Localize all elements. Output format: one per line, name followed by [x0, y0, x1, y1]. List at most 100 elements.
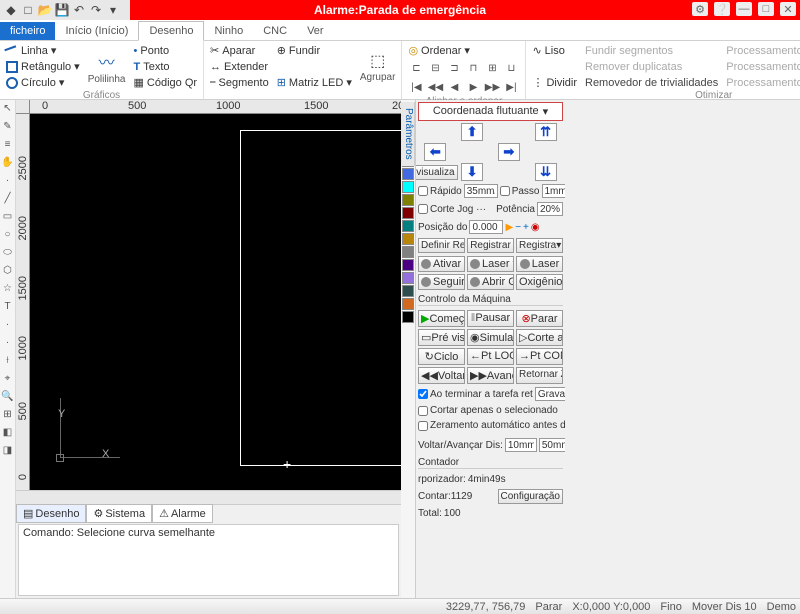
- line-icon[interactable]: ╱: [2, 192, 14, 204]
- tool-proc-curvas[interactable]: Processamento de curvas de lotes: [726, 59, 800, 74]
- polyline-icon[interactable]: 〰: [99, 49, 115, 73]
- potencia-input[interactable]: [537, 202, 563, 216]
- nav-last-icon[interactable]: ▶|: [503, 79, 519, 95]
- tool-segmento[interactable]: ⎯Segmento: [210, 75, 269, 90]
- registrar-button[interactable]: Registrar: [467, 238, 514, 253]
- star-icon[interactable]: ☆: [2, 282, 14, 294]
- ptcont-button[interactable]: →Pt CONT: [516, 348, 563, 365]
- scrollbar-h[interactable]: [16, 490, 401, 504]
- tool-agrupar[interactable]: Agrupar: [360, 72, 396, 83]
- nav-back-icon[interactable]: ◀: [446, 79, 462, 95]
- ciclo-button[interactable]: ↻Ciclo: [418, 348, 465, 365]
- visualiza-button[interactable]: visualiza: [416, 165, 458, 180]
- point-icon[interactable]: ·: [2, 318, 14, 330]
- zeramento-check[interactable]: [418, 421, 428, 431]
- color-swatch[interactable]: [402, 207, 414, 219]
- align-bot-icon[interactable]: ⊔: [503, 60, 519, 76]
- jog-zdown-button[interactable]: ⇊: [535, 163, 557, 181]
- align-right-icon[interactable]: ⊐: [446, 60, 462, 76]
- tool-codigoqr[interactable]: ▦Código Qr: [134, 75, 198, 90]
- nav-fwd-icon[interactable]: ▶: [465, 79, 481, 95]
- retornar-zero-button[interactable]: Retornar Zero: [516, 367, 563, 384]
- pan-icon[interactable]: ✋: [2, 156, 14, 168]
- tool-proc-qr[interactable]: Processamento de Qr de lote: [726, 75, 800, 90]
- color-swatch[interactable]: [402, 259, 414, 271]
- new-icon[interactable]: □: [21, 3, 35, 17]
- va-speed-input[interactable]: [539, 438, 565, 452]
- pausar-button[interactable]: ‖Pausar: [467, 310, 514, 327]
- rapido-input[interactable]: [464, 184, 498, 198]
- configuracao-button[interactable]: Configuração: [498, 489, 563, 504]
- color-swatch[interactable]: [402, 272, 414, 284]
- minus-icon[interactable]: −: [515, 222, 521, 233]
- snap-icon[interactable]: ⌖: [2, 372, 14, 384]
- target-icon[interactable]: ◉: [531, 222, 540, 233]
- ao-terminar-check[interactable]: [418, 389, 428, 399]
- color-swatch[interactable]: [402, 194, 414, 206]
- tab-ver[interactable]: Ver: [297, 22, 334, 40]
- go-icon[interactable]: ▶: [505, 222, 513, 233]
- command-box[interactable]: Comando: Selecione curva semelhante: [18, 524, 399, 596]
- select-icon[interactable]: ↖: [2, 102, 14, 114]
- color-swatch[interactable]: [402, 233, 414, 245]
- plus-icon[interactable]: +: [523, 222, 529, 233]
- registra-dropdown[interactable]: Registra▾: [516, 238, 563, 253]
- align-left-icon[interactable]: ⊏: [408, 60, 424, 76]
- tool-ponto[interactable]: •Ponto: [134, 43, 198, 58]
- voltar-button[interactable]: ◀◀Voltar: [418, 367, 465, 384]
- laser-button[interactable]: Laser: [516, 256, 563, 272]
- zoom-icon[interactable]: 🔍: [2, 390, 14, 402]
- undo-icon[interactable]: ↶: [72, 3, 86, 17]
- gravacao-select[interactable]: [535, 387, 565, 401]
- misc2-icon[interactable]: ◨: [2, 444, 14, 456]
- jog-zup-button[interactable]: ⇈: [535, 123, 557, 141]
- color-swatch[interactable]: [402, 181, 414, 193]
- group-icon[interactable]: ⬚: [370, 51, 385, 71]
- tab-cnc[interactable]: CNC: [253, 22, 297, 40]
- jog-right-button[interactable]: ➡: [498, 143, 520, 161]
- seguir-button[interactable]: Seguir: [418, 274, 465, 290]
- jog-up-button[interactable]: ⬆: [461, 123, 483, 141]
- tool-proc-texto[interactable]: Processamento de texto de lote: [726, 43, 800, 58]
- tool-extender[interactable]: ↔Extender: [210, 59, 269, 74]
- color-swatch[interactable]: [402, 298, 414, 310]
- cortejog-check[interactable]: [418, 204, 428, 214]
- tool-remover-dup[interactable]: Remover duplicatas: [585, 59, 718, 74]
- align-center-icon[interactable]: ⊟: [427, 60, 443, 76]
- maximize-icon[interactable]: □: [758, 2, 774, 16]
- minimize-icon[interactable]: —: [736, 2, 752, 16]
- tab-alarme-bottom[interactable]: ⚠Alarme: [152, 504, 213, 523]
- align-mid-icon[interactable]: ⊞: [484, 60, 500, 76]
- vtab-parametros[interactable]: Parâmetros: [401, 102, 415, 166]
- nav-prev-icon[interactable]: ◀◀: [427, 79, 443, 95]
- tool-texto[interactable]: TTexto: [134, 59, 198, 74]
- color-swatch[interactable]: [402, 168, 414, 180]
- status-fino[interactable]: Fino: [660, 601, 681, 613]
- tab-desenho[interactable]: Desenho: [138, 21, 204, 41]
- order-icon[interactable]: ≡: [2, 138, 14, 150]
- close-icon[interactable]: ✕: [780, 2, 796, 16]
- color-swatch[interactable]: [402, 311, 414, 323]
- definir-reg-button[interactable]: Definir Registro: [418, 238, 465, 253]
- ellipse-icon[interactable]: ⬭: [2, 246, 14, 258]
- cortar-sel-check[interactable]: [418, 406, 428, 416]
- drawn-rectangle[interactable]: [240, 130, 401, 466]
- save-icon[interactable]: 💾: [55, 3, 69, 17]
- passo-input[interactable]: [542, 184, 566, 198]
- passo-check[interactable]: [500, 186, 510, 196]
- drawing-canvas[interactable]: Y X +: [30, 114, 401, 490]
- posicao-input[interactable]: [469, 220, 503, 234]
- comecar-button[interactable]: ▶Começar*: [418, 310, 465, 327]
- circle-icon[interactable]: ○: [2, 228, 14, 240]
- redo-icon[interactable]: ↷: [89, 3, 103, 17]
- misc1-icon[interactable]: ◧: [2, 426, 14, 438]
- measure-icon[interactable]: ⟊: [2, 354, 14, 366]
- ativar-laser-button[interactable]: Ativar laser: [418, 256, 465, 272]
- text-icon[interactable]: T: [2, 300, 14, 312]
- tool-circulo[interactable]: Círculo▾: [6, 75, 80, 90]
- jog-down-button[interactable]: ⬇: [461, 163, 483, 181]
- nav-first-icon[interactable]: |◀: [408, 79, 424, 95]
- avancar-button[interactable]: ▶▶Avançar: [467, 367, 514, 384]
- tab-ninho[interactable]: Ninho: [204, 22, 253, 40]
- color-swatch[interactable]: [402, 220, 414, 232]
